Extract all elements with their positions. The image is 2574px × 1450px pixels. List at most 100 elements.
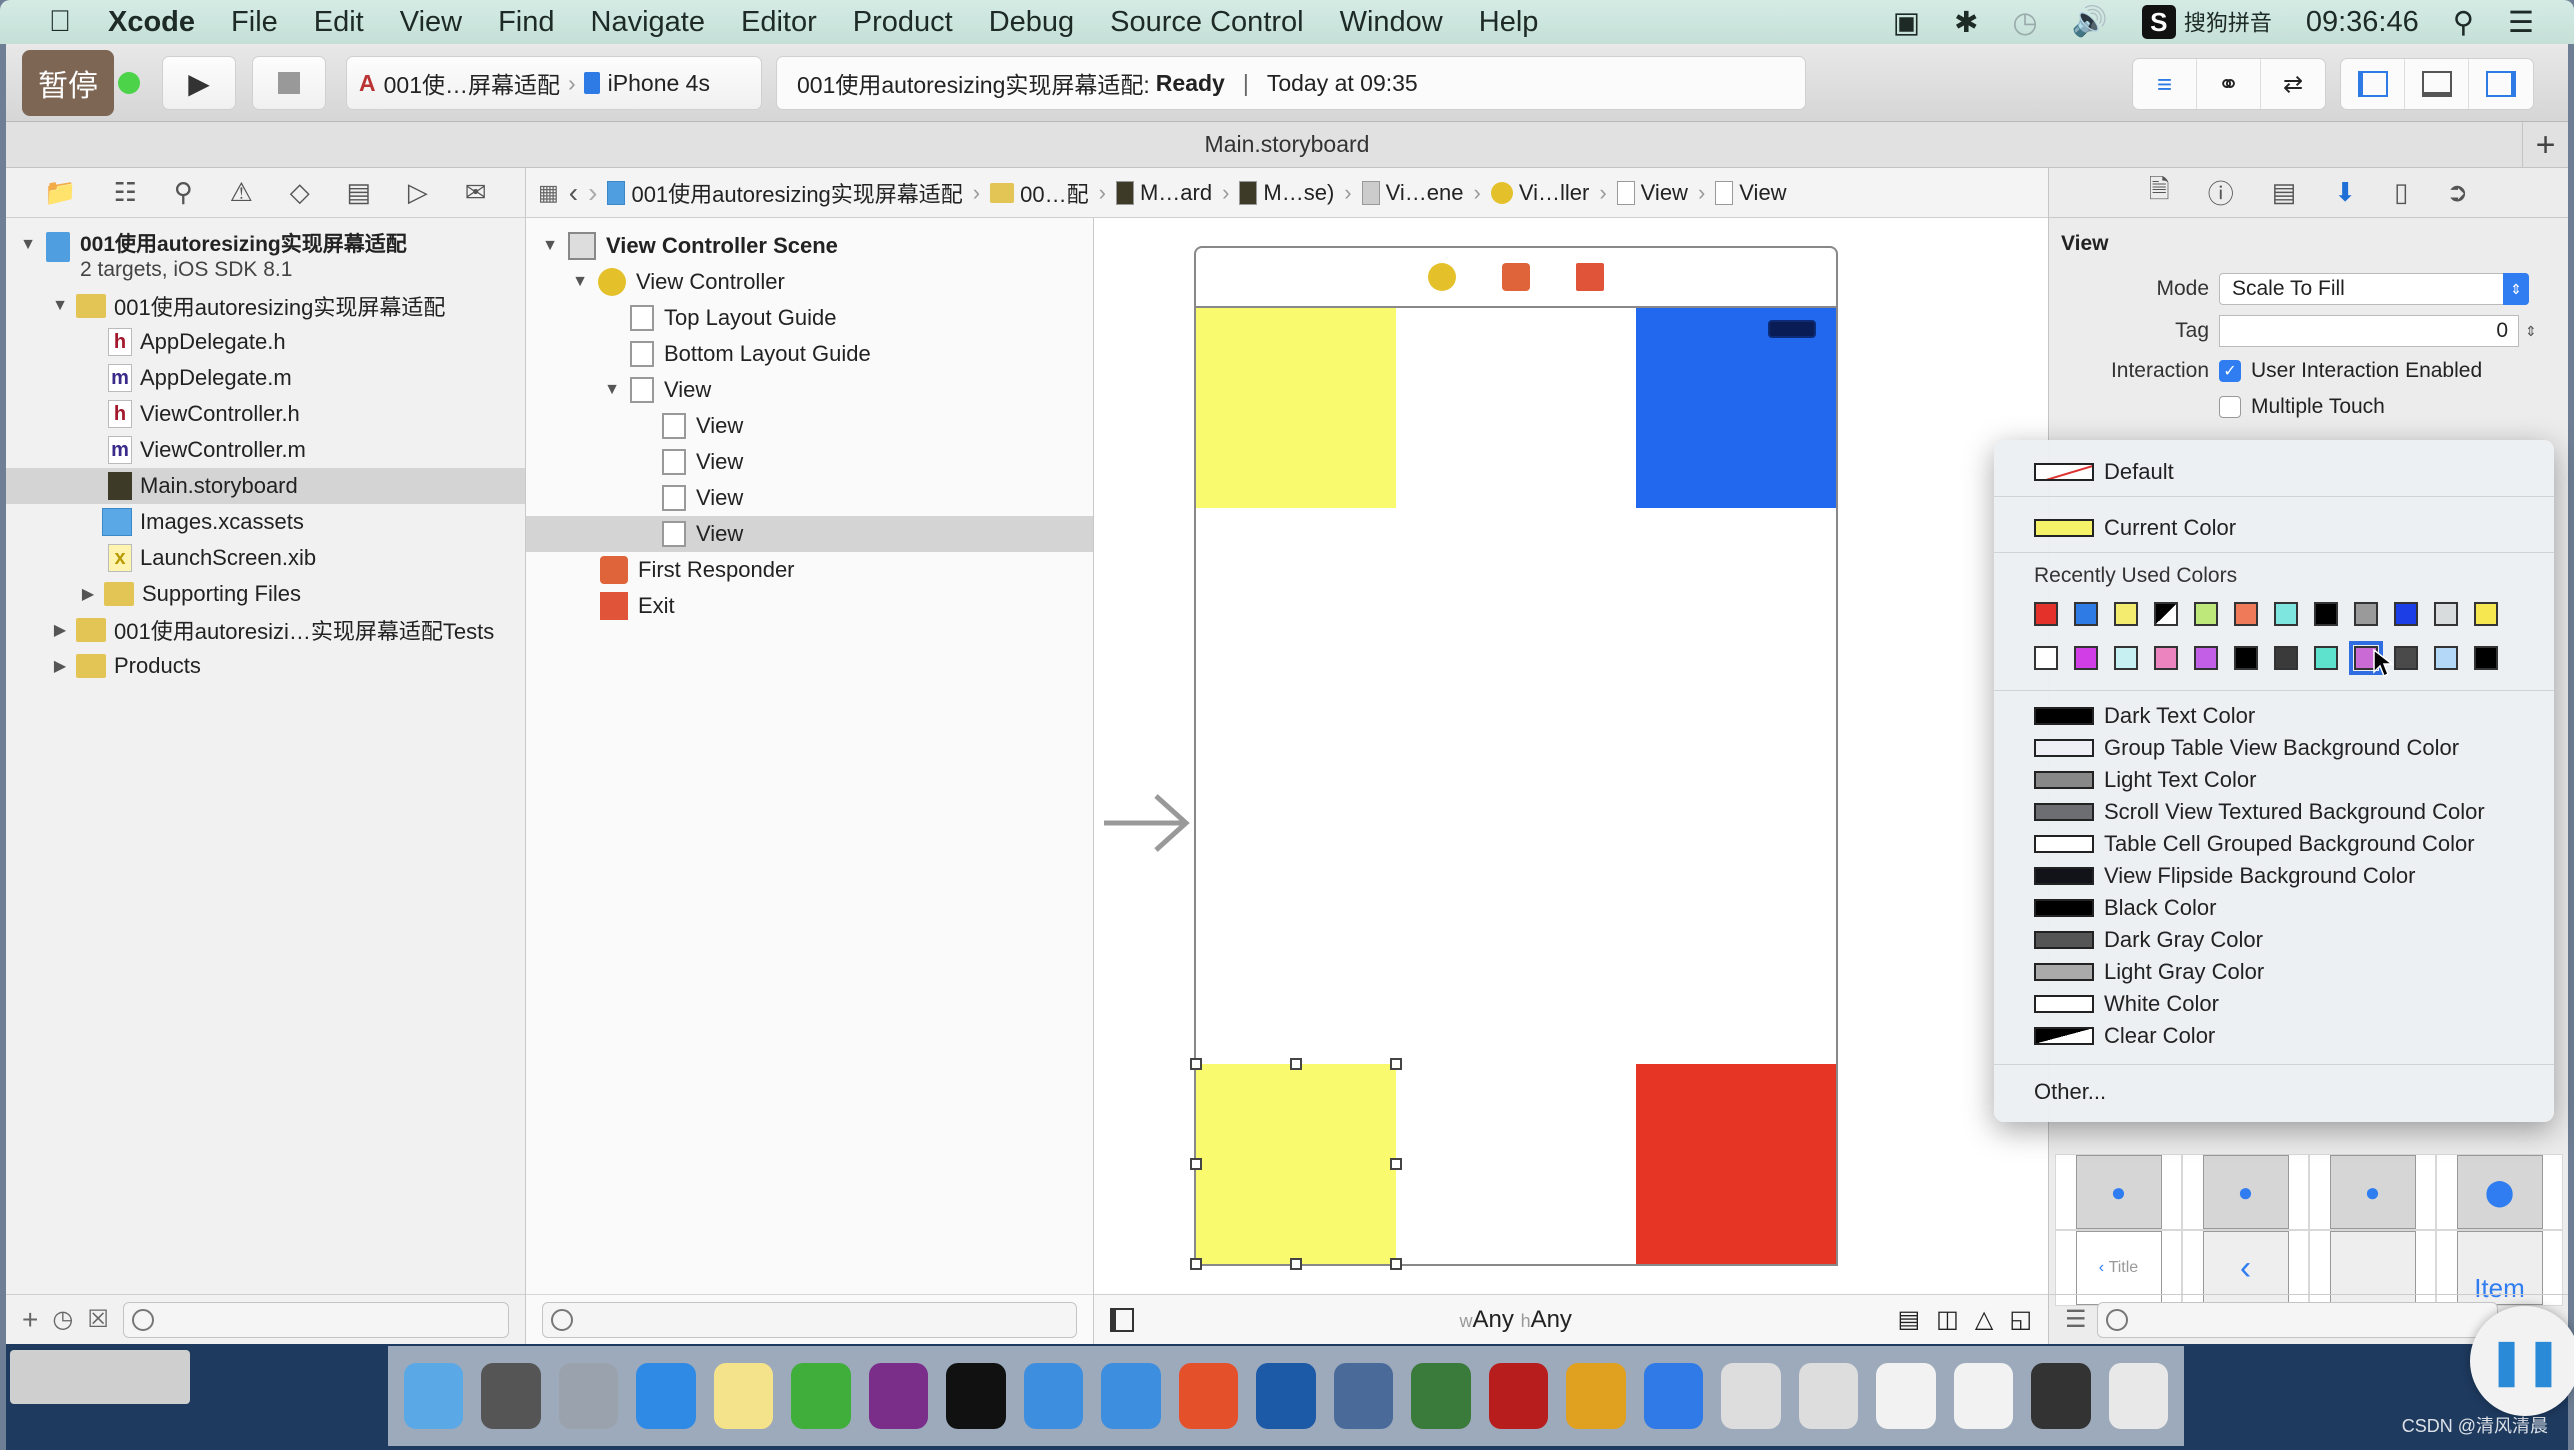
apple-menu-icon[interactable]:  bbox=[30, 5, 90, 39]
breakpoint-icon[interactable]: ▷ bbox=[408, 177, 428, 208]
attributes-inspector-icon[interactable]: ⬇ bbox=[2334, 177, 2356, 208]
disclosure-open-icon[interactable]: ▼ bbox=[602, 381, 622, 399]
recent-color-swatch[interactable] bbox=[2274, 646, 2298, 670]
connections-inspector-icon[interactable]: ➲ bbox=[2446, 177, 2468, 208]
dock-app-trash[interactable] bbox=[2108, 1363, 2169, 1429]
list-view-icon[interactable]: ☰ bbox=[2065, 1305, 2087, 1334]
resize-handle[interactable] bbox=[1290, 1058, 1302, 1070]
dock-app-scissors[interactable] bbox=[1256, 1363, 1316, 1429]
dock-app-window-1[interactable] bbox=[1876, 1363, 1936, 1429]
tree-file-row-selected[interactable]: Main.storyboard bbox=[6, 468, 525, 504]
library-item-progress[interactable]: ● bbox=[2182, 1154, 2309, 1230]
tree-group-row[interactable]: ▼ 001使用autoresizing实现屏幕适配 bbox=[6, 288, 525, 324]
named-color-item[interactable]: Clear Color bbox=[2034, 1020, 2215, 1052]
test-diamond-icon[interactable]: ◇ bbox=[290, 177, 310, 208]
view-controller-scene[interactable] bbox=[1190, 246, 1838, 1270]
outline-exit-row[interactable]: Exit bbox=[526, 588, 1093, 624]
pin-icon[interactable]: ◫ bbox=[1936, 1305, 1959, 1334]
menu-xcode[interactable]: Xcode bbox=[90, 6, 213, 39]
dock-app-window-2[interactable] bbox=[1953, 1363, 2014, 1429]
color-current-item[interactable]: Current Color bbox=[2034, 512, 2236, 544]
tag-input[interactable]: 0 bbox=[2219, 315, 2519, 347]
recent-color-swatch[interactable] bbox=[2434, 602, 2458, 626]
user-interaction-checkbox[interactable]: ✓ bbox=[2219, 360, 2241, 382]
tag-stepper[interactable]: ⇕ bbox=[2525, 323, 2543, 340]
subview-top-left[interactable] bbox=[1196, 308, 1396, 508]
quick-help-icon[interactable]: ⓘ bbox=[2208, 174, 2234, 211]
outline-scene-row[interactable]: ▼ View Controller Scene bbox=[526, 228, 1093, 264]
tree-file-row[interactable]: m ViewController.m bbox=[6, 432, 525, 468]
subview-bottom-right[interactable] bbox=[1636, 1064, 1836, 1264]
dock-app-system-preferences[interactable] bbox=[481, 1363, 541, 1429]
menu-window[interactable]: Window bbox=[1322, 6, 1461, 39]
dock-app-excel[interactable] bbox=[791, 1363, 851, 1429]
dock-app-word[interactable] bbox=[1643, 1363, 1704, 1429]
library-item-slider[interactable]: ● bbox=[2055, 1154, 2182, 1230]
dock-app-terminal[interactable] bbox=[946, 1363, 1006, 1429]
resizing-behavior-icon[interactable]: ◱ bbox=[2009, 1305, 2032, 1334]
library-item-activity[interactable]: ⬤ bbox=[2436, 1154, 2563, 1230]
recent-color-swatch[interactable] bbox=[2194, 646, 2218, 670]
disclosure-closed-icon[interactable]: ▶ bbox=[50, 656, 70, 676]
menu-help[interactable]: Help bbox=[1461, 6, 1557, 39]
outline-vc-row[interactable]: ▼ View Controller bbox=[526, 264, 1093, 300]
dock-app-finder-blue[interactable] bbox=[1101, 1363, 1161, 1429]
identity-inspector-icon[interactable]: ▤ bbox=[2272, 177, 2297, 208]
recording-pause-badge[interactable]: 暂停 bbox=[22, 50, 114, 116]
resize-handle[interactable] bbox=[1390, 1058, 1402, 1070]
library-item-stepper[interactable]: ● bbox=[2309, 1154, 2436, 1230]
menu-find[interactable]: Find bbox=[480, 6, 572, 39]
disclosure-closed-icon[interactable]: ▶ bbox=[50, 620, 70, 640]
recent-color-swatch[interactable] bbox=[2434, 646, 2458, 670]
resize-handle[interactable] bbox=[1190, 1258, 1202, 1270]
menu-edit[interactable]: Edit bbox=[296, 6, 382, 39]
disclosure-open-icon[interactable]: ▼ bbox=[50, 297, 70, 315]
outline-bottom-guide-row[interactable]: Bottom Layout Guide bbox=[526, 336, 1093, 372]
clock[interactable]: 09:36:46 bbox=[2306, 6, 2419, 39]
warning-icon[interactable]: ⚠ bbox=[230, 177, 253, 208]
recent-color-swatch[interactable] bbox=[2234, 602, 2258, 626]
crumb-storyboard-base[interactable]: M…se) bbox=[1239, 180, 1334, 206]
resize-handle[interactable] bbox=[1390, 1258, 1402, 1270]
recent-color-swatch[interactable] bbox=[2354, 602, 2378, 626]
tree-file-row[interactable]: h ViewController.h bbox=[6, 396, 525, 432]
outline-subview-row[interactable]: View bbox=[526, 444, 1093, 480]
size-inspector-icon[interactable]: ▯ bbox=[2394, 177, 2408, 208]
named-color-item[interactable]: View Flipside Background Color bbox=[2034, 860, 2415, 892]
dock-app-instruments[interactable] bbox=[1721, 1363, 1781, 1429]
assistant-editor-button[interactable]: ⚭ bbox=[2197, 59, 2261, 109]
crumb-view-controller[interactable]: Vi…ller bbox=[1490, 180, 1589, 206]
add-file-icon[interactable]: + bbox=[22, 1304, 38, 1336]
recent-color-swatch[interactable] bbox=[2074, 646, 2098, 670]
storyboard-canvas[interactable] bbox=[1094, 218, 2048, 1294]
exit-icon[interactable] bbox=[1576, 263, 1604, 291]
align-icon[interactable]: ▤ bbox=[1897, 1305, 1920, 1334]
outline-root-view-row[interactable]: ▼ View bbox=[526, 372, 1093, 408]
dock-app-filezilla[interactable] bbox=[1488, 1363, 1549, 1429]
resize-handle[interactable] bbox=[1190, 1158, 1202, 1170]
recent-color-swatch[interactable] bbox=[2114, 602, 2138, 626]
named-color-item[interactable]: White Color bbox=[2034, 988, 2219, 1020]
dock-app-launchpad[interactable] bbox=[558, 1363, 619, 1429]
spotlight-search-icon[interactable]: ⚲ bbox=[2453, 5, 2474, 40]
library-filter-input[interactable] bbox=[2096, 1301, 2498, 1338]
device-name[interactable]: iPhone 4s bbox=[608, 70, 710, 97]
crumb-view[interactable]: View bbox=[1616, 180, 1688, 206]
outline-first-responder-row[interactable]: First Responder bbox=[526, 552, 1093, 588]
toggle-debug-area-button[interactable] bbox=[2405, 59, 2469, 109]
crumb-project[interactable]: 001使用autoresizing实现屏幕适配 bbox=[607, 177, 963, 209]
crumb-scene[interactable]: Vi…ene bbox=[1361, 180, 1463, 206]
multiple-touch-checkbox[interactable] bbox=[2219, 396, 2241, 418]
recent-color-swatch[interactable] bbox=[2114, 646, 2138, 670]
recent-color-swatch[interactable] bbox=[2314, 602, 2338, 626]
scheme-selector[interactable]: A 001使…屏幕适配 › iPhone 4s bbox=[346, 56, 762, 110]
report-icon[interactable]: ✉ bbox=[465, 177, 487, 208]
named-color-item[interactable]: Black Color bbox=[2034, 892, 2216, 924]
related-items-icon[interactable]: ▦ bbox=[538, 180, 559, 206]
menu-debug[interactable]: Debug bbox=[971, 6, 1092, 39]
menu-view[interactable]: View bbox=[382, 6, 480, 39]
tree-group-row[interactable]: ▶ 001使用autoresizi…实现屏幕适配Tests bbox=[6, 612, 525, 648]
named-color-item[interactable]: Table Cell Grouped Background Color bbox=[2034, 828, 2475, 860]
recent-color-swatch[interactable] bbox=[2074, 602, 2098, 626]
recent-color-swatch[interactable] bbox=[2194, 602, 2218, 626]
